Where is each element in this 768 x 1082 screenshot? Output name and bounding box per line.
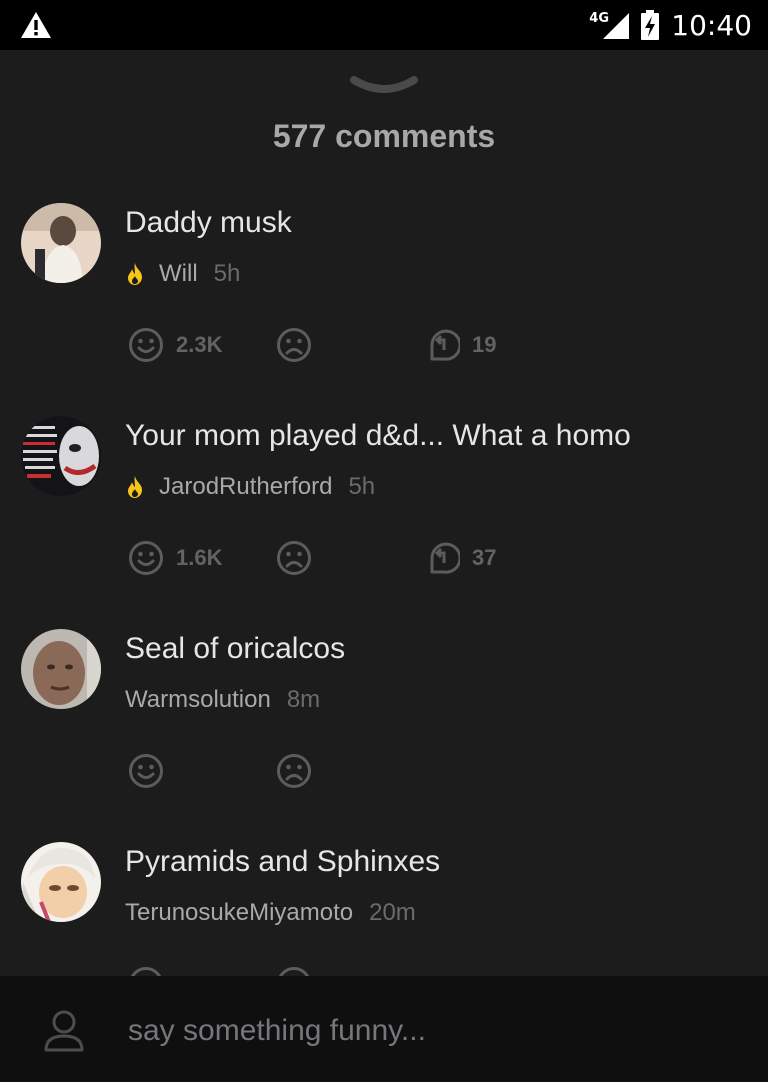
comment-text: Seal of oricalcos <box>125 632 346 665</box>
reply-button[interactable]: 37 <box>424 538 496 578</box>
comment-item: Seal of oricalcos Warmsolution 8m <box>0 629 768 842</box>
smile-icon <box>131 967 161 976</box>
smile-icon <box>129 754 163 788</box>
comments-count: 577 comments <box>272 118 496 154</box>
comment-text: Daddy musk <box>125 206 292 239</box>
avatar[interactable] <box>21 203 101 283</box>
comment-meta: JarodRutherford 5h <box>125 472 375 502</box>
comment-meta: Warmsolution 8m <box>125 685 320 715</box>
like-button[interactable] <box>128 964 164 976</box>
smile-icon <box>129 541 163 575</box>
avatar[interactable] <box>21 416 101 496</box>
like-button[interactable]: 1.6K <box>128 538 222 578</box>
comment-meta: TerunosukeMiyamoto 20m <box>125 898 416 928</box>
reply-count: 37 <box>472 545 497 570</box>
chevron-down-icon[interactable] <box>348 72 420 100</box>
status-time: 10:40 <box>671 8 752 42</box>
comment-time: 8m <box>286 686 321 713</box>
comments-sheet: 577 comments Daddy musk Will 5h 2.3K 19 … <box>0 50 768 976</box>
status-bar: 4G 10:40 <box>0 0 768 50</box>
dislike-button[interactable] <box>276 751 312 791</box>
comment-text: Pyramids and Sphinxes <box>125 845 441 878</box>
comment-text: Your mom played d&d... What a homo <box>125 419 631 452</box>
fire-icon <box>128 476 142 498</box>
comment-username[interactable]: JarodRutherford <box>159 473 332 501</box>
comment-time: 5h <box>213 260 241 287</box>
like-count: 2.3K <box>176 332 223 357</box>
comment-username[interactable]: Will <box>159 260 198 288</box>
like-button[interactable] <box>128 751 164 791</box>
reply-icon <box>430 542 460 574</box>
frown-icon <box>279 967 309 976</box>
like-button[interactable]: 2.3K <box>128 325 222 365</box>
status-right: 4G 10:40 <box>589 8 752 42</box>
frown-icon <box>277 328 311 362</box>
avatar[interactable] <box>21 629 101 709</box>
comment-item: Your mom played d&d... What a homo Jarod… <box>0 416 768 629</box>
comment-username[interactable]: TerunosukeMiyamoto <box>125 899 353 927</box>
frown-icon <box>277 754 311 788</box>
dislike-button[interactable] <box>276 538 312 578</box>
battery-charging-icon <box>641 10 660 40</box>
reply-icon <box>430 329 460 361</box>
comment-item: Pyramids and Sphinxes TerunosukeMiyamoto… <box>0 842 768 976</box>
comment-input-bar <box>0 976 768 1082</box>
reply-count: 19 <box>472 332 497 357</box>
comment-username[interactable]: Warmsolution <box>125 686 271 714</box>
like-count: 1.6K <box>176 545 223 570</box>
comment-time: 20m <box>369 899 416 926</box>
dislike-button[interactable] <box>276 964 312 976</box>
user-icon[interactable] <box>14 996 114 1066</box>
reply-button[interactable]: 19 <box>424 325 496 365</box>
signal-icon: 4G <box>589 9 630 41</box>
comment-time: 5h <box>348 473 376 500</box>
comment-item: Daddy musk Will 5h 2.3K 19 <box>0 203 768 416</box>
avatar[interactable] <box>21 842 101 922</box>
frown-icon <box>277 541 311 575</box>
warning-icon <box>21 12 51 38</box>
fire-icon <box>128 263 142 285</box>
smile-icon <box>129 328 163 362</box>
dislike-button[interactable] <box>276 325 312 365</box>
comment-input[interactable] <box>128 1006 728 1056</box>
comment-meta: Will 5h <box>125 259 240 289</box>
